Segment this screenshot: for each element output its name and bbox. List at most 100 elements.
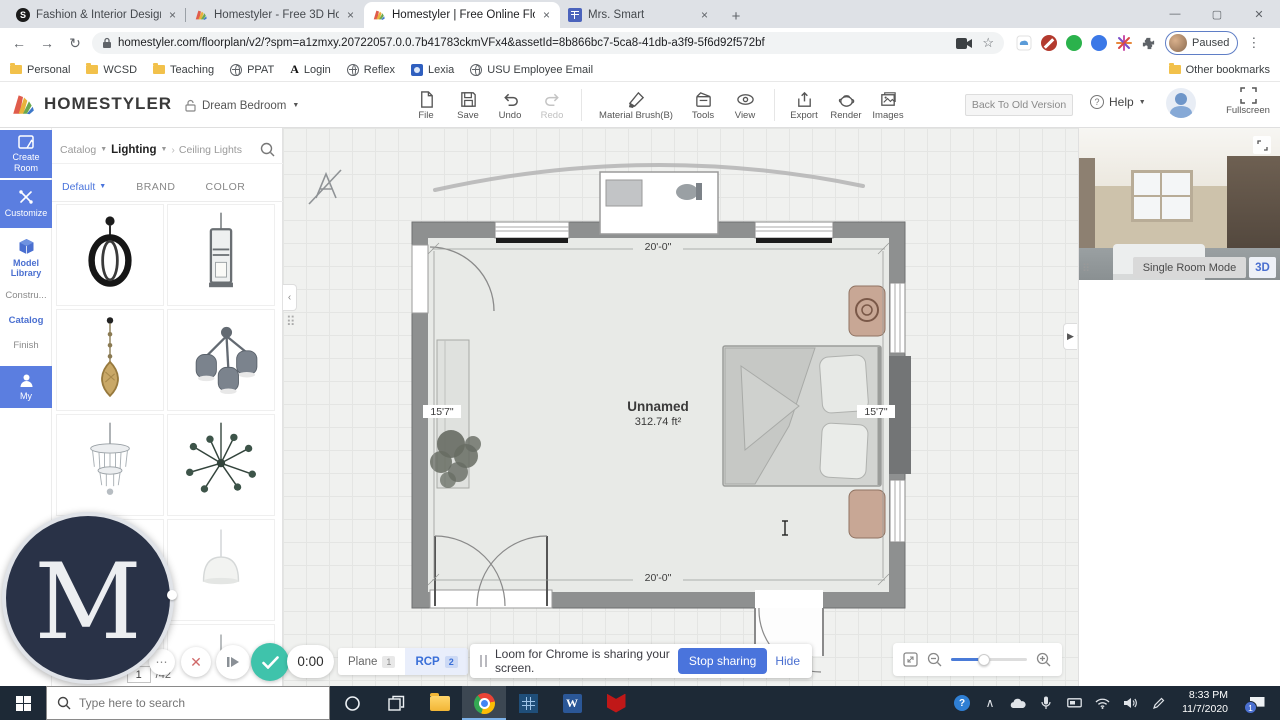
taskbar-clock[interactable]: 8:33 PM 11/7/2020 [1174,689,1236,716]
tab-schoology[interactable]: S Fashion & Interior Design | Schoo × [8,2,186,28]
maximize-button[interactable]: ▢ [1196,0,1238,28]
zoom-slider-knob[interactable] [978,653,990,666]
new-tab-button[interactable]: + [724,4,748,28]
webcam-resize-handle[interactable] [167,590,177,600]
extensions-puzzle-icon[interactable] [1141,36,1156,51]
expand-panel-right-button[interactable]: ▶ [1063,323,1077,350]
material-brush-button[interactable]: Material Brush(B) [590,85,682,121]
forward-icon[interactable]: → [36,35,58,51]
file-button[interactable]: File [405,85,447,121]
grid-app-button[interactable] [506,686,550,720]
display-icon[interactable] [1062,686,1086,720]
undo-button[interactable]: Undo [489,85,531,121]
bookmark-wcsd[interactable]: WCSD [86,63,137,76]
nightstand-top[interactable] [848,285,886,337]
zoom-slider[interactable] [951,653,1027,666]
back-to-old-version-button[interactable]: Back To Old Version [965,94,1073,116]
action-center-button[interactable]: 1 [1240,686,1274,720]
fullscreen-button[interactable]: Fullscreen [1222,87,1274,116]
drag-handle-icon[interactable] [480,655,487,667]
profile-pill[interactable]: Paused [1165,31,1239,55]
floorplan-canvas[interactable]: 20'-0" 20'-0" 15'7" 15'7" Unnamed 312.74… [283,128,1078,686]
bookmark-teaching[interactable]: Teaching [153,63,214,76]
catalog-item-sputnik-chandelier[interactable] [167,414,275,516]
catalog-item-teardrop-pendant[interactable] [56,309,164,411]
loom-finish-button[interactable] [251,643,289,681]
bookmark-lexia[interactable]: Lexia [410,63,454,76]
bookmark-usu-email[interactable]: USU Employee Email [470,63,593,76]
window-top-left[interactable] [494,221,570,243]
catalog-item-lantern-pendant[interactable] [167,204,275,306]
chrome-button[interactable] [462,686,506,720]
bookmark-star-icon[interactable]: ☆ [982,35,994,51]
back-icon[interactable]: ← [8,35,30,51]
camera-share-icon[interactable] [956,37,973,49]
colorful-star-icon[interactable] [1116,35,1132,51]
loom-play-button[interactable] [216,645,250,679]
adblock-icon[interactable] [1041,35,1057,51]
tab-close-icon[interactable]: × [167,8,178,22]
cortana-button[interactable] [330,686,374,720]
sidebar-item-catalog[interactable]: Catalog [0,311,52,329]
sidebar-item-construction[interactable]: Constru... [0,286,52,304]
blue-app-icon[interactable] [1091,35,1107,51]
catalog-item-white-pendant[interactable] [167,519,275,621]
zoom-in-icon[interactable] [1036,652,1051,667]
help-tray-icon[interactable]: ? [950,686,974,720]
drag-handle-icon[interactable]: ⠿ [286,314,297,330]
taskbar-search[interactable] [46,686,330,720]
tab-close-icon[interactable]: × [541,8,552,22]
word-button[interactable]: W [550,686,594,720]
room-label[interactable]: Unnamed 312.74 ft² [627,399,689,428]
desk[interactable] [599,171,719,235]
tab-close-icon[interactable]: × [699,8,710,22]
hide-button[interactable]: Hide [775,654,802,668]
breadcrumb-subcategory[interactable]: Ceiling Lights [179,144,242,156]
bookmark-login[interactable]: A Login [290,62,331,77]
help-menu[interactable]: ? Help ▼ [1090,95,1146,109]
start-button[interactable] [0,686,46,720]
tab-close-icon[interactable]: × [345,8,356,22]
project-name-menu[interactable]: Dream Bedroom ▼ [185,99,299,112]
window-top-right[interactable] [754,221,834,243]
sidebar-item-my[interactable]: My [0,366,52,408]
bookmark-ppat[interactable]: PPAT [230,63,274,76]
tab-plane[interactable]: Plane 1 [338,648,405,675]
cloud-icon[interactable] [1016,35,1032,51]
browser-menu-icon[interactable]: ⋮ [1247,35,1260,51]
file-explorer-button[interactable] [418,686,462,720]
catalog-item-three-shade-chandelier[interactable] [167,309,275,411]
breadcrumb-category[interactable]: Lighting [111,144,156,156]
other-bookmarks[interactable]: Other bookmarks [1168,63,1270,76]
stop-sharing-button[interactable]: Stop sharing [677,648,768,674]
preview-expand-icon[interactable] [1253,136,1271,154]
redo-button[interactable]: Redo [531,85,573,121]
render-button[interactable]: Render [825,85,867,121]
onedrive-cloud-icon[interactable] [1006,686,1030,720]
tools-button[interactable]: Tools [682,85,724,121]
nightstand-bottom[interactable] [848,489,886,539]
sidebar-item-finish[interactable]: Finish [0,336,52,354]
url-field[interactable]: homestyler.com/floorplan/v2/?spm=a1zmxy.… [92,32,1004,54]
wifi-icon[interactable] [1090,686,1114,720]
preview-drag-handle-icon[interactable]: ⠿ [1082,262,1090,275]
search-icon[interactable] [260,142,275,157]
bookmark-personal[interactable]: Personal [10,63,70,76]
tab-homestyler-home[interactable]: Homestyler - Free 3D Home Desi × [185,2,364,28]
images-button[interactable]: Images [867,85,909,121]
zoom-out-icon[interactable] [927,652,942,667]
fit-to-screen-icon[interactable] [903,652,918,667]
volume-icon[interactable] [1118,686,1142,720]
tab-rcp[interactable]: RCP 2 [405,648,468,675]
single-room-mode-button[interactable]: Single Room Mode [1133,257,1246,278]
pen-icon[interactable] [1146,686,1170,720]
bookmark-reflex[interactable]: Reflex [346,63,395,76]
window-right-upper[interactable] [889,282,906,354]
export-button[interactable]: Export [783,85,825,121]
loom-cancel-button[interactable]: ✕ [181,647,211,677]
sidebar-item-customize[interactable]: Customize [0,180,52,228]
view-button[interactable]: View [724,85,766,121]
search-input[interactable] [79,696,299,710]
breadcrumb-root[interactable]: Catalog [60,144,96,156]
reload-icon[interactable]: ↻ [64,35,86,52]
